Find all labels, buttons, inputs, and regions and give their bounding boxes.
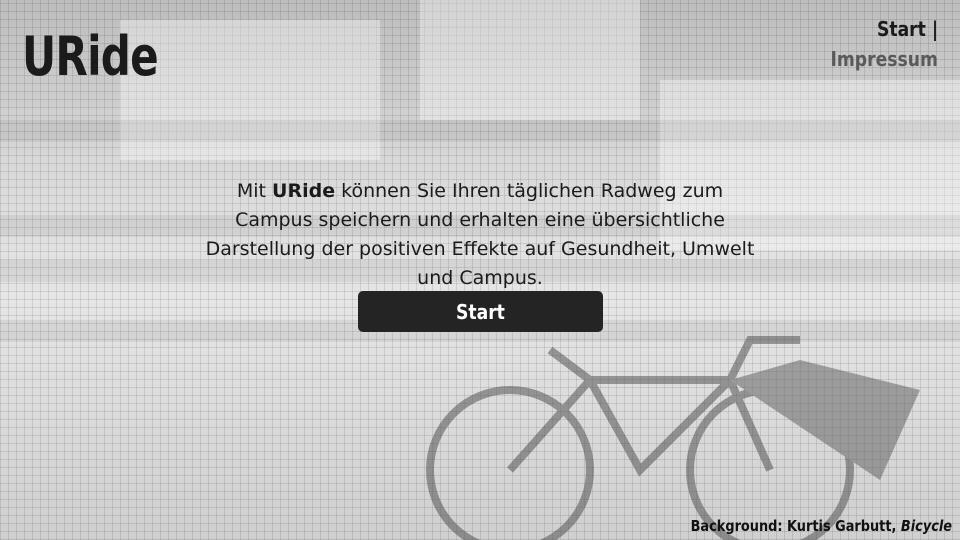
intro-brand: URide: [272, 180, 336, 202]
background-credit: Background: Kurtis Garbutt, Bicycle: [648, 517, 952, 535]
credit-work-title: Bicycle: [900, 517, 952, 535]
nav-link-start-label: Start: [876, 17, 926, 41]
nav-row-start: Start |: [813, 14, 938, 44]
nav-row-impressum: Impressum: [813, 44, 938, 74]
intro-text: Mit URide können Sie Ihren täglichen Rad…: [200, 177, 760, 293]
credit-prefix: Background: Kurtis Garbutt,: [690, 517, 901, 535]
background-band: [0, 120, 960, 142]
nav-link-impressum[interactable]: Impressum: [831, 44, 938, 74]
background-wall-segment: [420, 0, 640, 120]
credit-inner: Background: Kurtis Garbutt, Bicycle: [691, 517, 952, 535]
top-navigation: Start | Impressum: [813, 14, 938, 74]
start-button-label: Start: [456, 299, 505, 324]
app-logo[interactable]: URide: [22, 25, 159, 88]
start-button[interactable]: Start: [358, 291, 603, 332]
nav-link-start[interactable]: Start |: [877, 14, 938, 44]
intro-prefix: Mit: [236, 180, 273, 202]
bicycle-illustration: [426, 336, 920, 540]
nav-separator: |: [931, 17, 938, 41]
